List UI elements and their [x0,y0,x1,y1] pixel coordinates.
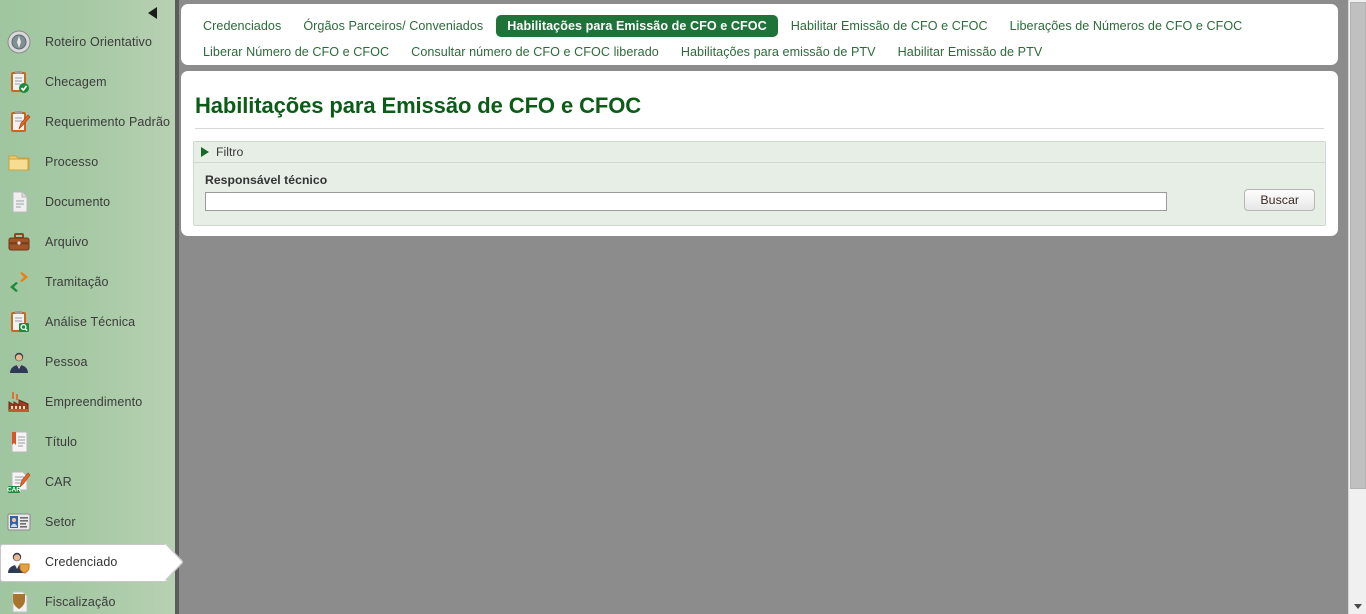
sidebar: Roteiro Orientativo Checagem Requerimento … [0,0,175,614]
sidebar-item-tramitacao[interactable]: Tramitação [0,262,175,302]
clipboard-search-icon [6,309,32,335]
scroll-down-triangle [1354,604,1362,609]
person-icon [6,349,32,375]
car-document-icon: CAR [6,469,32,495]
responsavel-tecnico-field-group: Responsável técnico [205,173,1233,211]
sidebar-item-processo[interactable]: Processo [0,142,175,182]
tab-liberacoes-de-numeros-de-cfo-e-cfoc[interactable]: Liberações de Números de CFO e CFOC [1001,15,1252,37]
tab-navigation-panel: Credenciados Órgãos Parceiros/ Conveniado… [181,4,1338,65]
sidebar-item-label: Roteiro Orientativo [45,35,153,49]
buscar-button[interactable]: Buscar [1244,189,1315,211]
page-title: Habilitações para Emissão de CFO e CFOC [195,93,642,118]
folder-icon [6,149,32,175]
sidebar-item-label: Processo [45,155,99,169]
clipboard-pencil-icon [6,109,32,135]
sidebar-item-roteiro-orientativo[interactable]: Roteiro Orientativo [0,22,175,62]
scroll-down-arrow-icon[interactable] [1349,597,1366,614]
scrollbar-thumb[interactable] [1350,2,1366,489]
sidebar-item-pessoa[interactable]: Pessoa [0,342,175,382]
sidebar-item-label: Tramitação [45,275,109,289]
sidebar-item-label: Fiscalização [45,595,116,609]
clipboard-check-icon [6,69,32,95]
collapse-left-arrow-icon[interactable] [145,4,163,20]
sidebar-item-analise-tecnica[interactable]: Análise Técnica [0,302,175,342]
sidebar-item-label: Análise Técnica [45,315,136,329]
sidebar-item-label: CAR [45,475,72,489]
filter-toggle-header[interactable]: Filtro [194,142,1325,163]
sidebar-item-setor[interactable]: Setor [0,502,175,542]
sidebar-item-credenciado[interactable]: Credenciado [0,542,175,582]
sidebar-item-label: Empreendimento [45,395,143,409]
person-shield-icon [6,549,32,575]
title-divider [195,128,1324,129]
arrows-loop-icon [6,269,32,295]
shield-icon [6,589,32,614]
filter-body: Responsável técnico Buscar [194,163,1325,225]
sidebar-item-label: Credenciado [45,555,118,569]
sidebar-item-documento[interactable]: Documento [0,182,175,222]
factory-icon [6,389,32,415]
tab-credenciados[interactable]: Credenciados [194,15,290,37]
main-content: Credenciados Órgãos Parceiros/ Conveniado… [179,0,1344,614]
sidebar-item-fiscalizacao[interactable]: Fiscalização [0,582,175,614]
sidebar-item-titulo[interactable]: Título [0,422,175,462]
briefcase-icon [6,229,32,255]
compass-icon [6,29,32,55]
sidebar-item-label: Requerimento Padrão [45,115,171,129]
tab-row-primary: Credenciados Órgãos Parceiros/ Conveniado… [194,13,1328,39]
sidebar-item-label: Arquivo [45,235,89,249]
sidebar-item-label: Setor [45,515,76,529]
tab-liberar-numero-de-cfo-e-cfoc[interactable]: Liberar Número de CFO e CFOC [194,41,398,63]
tab-consultar-numero-de-cfo-e-cfoc-liberado[interactable]: Consultar número de CFO e CFOC liberado [402,41,668,63]
caret-right-icon [201,147,209,157]
tab-habilitacoes-para-emissao-de-ptv[interactable]: Habilitações para emissão de PTV [672,41,885,63]
sidebar-item-label: Checagem [45,75,107,89]
responsavel-tecnico-label: Responsável técnico [205,173,328,187]
collapse-triangle [148,7,157,19]
sidebar-item-label: Documento [45,195,111,209]
content-panel: Habilitações para Emissão de CFO e CFOC … [181,71,1338,236]
sidebar-divider [175,0,179,614]
page-scrollbar[interactable] [1348,0,1366,614]
application-window: Roteiro Orientativo Checagem Requerimento … [0,0,1366,614]
responsavel-tecnico-input[interactable] [205,192,1167,211]
tab-orgaos-parceiros-conveniados[interactable]: Órgãos Parceiros/ Conveniados [294,15,492,37]
tab-habilitacoes-para-emissao-de-cfo-e-cfoc[interactable]: Habilitações para Emissão de CFO e CFOC [496,15,778,37]
sidebar-item-label: Título [45,435,78,449]
sidebar-item-requerimento-padrao[interactable]: Requerimento Padrão [0,102,175,142]
document-icon [6,189,32,215]
sidebar-item-car[interactable]: CAR CAR [0,462,175,502]
sidebar-item-label: Pessoa [45,355,88,369]
tab-habilitar-emissao-de-ptv[interactable]: Habilitar Emissão de PTV [889,41,1052,63]
sidebar-item-checagem[interactable]: Checagem [0,62,175,102]
filter-header-label: Filtro [216,145,244,159]
filter-section: Filtro Responsável técnico Buscar [193,141,1326,226]
certificate-icon [6,429,32,455]
tab-habilitar-emissao-de-cfo-e-cfoc[interactable]: Habilitar Emissão de CFO e CFOC [782,15,997,37]
sidebar-item-empreendimento[interactable]: Empreendimento [0,382,175,422]
tab-row-secondary: Liberar Número de CFO e CFOC Consultar nú… [194,39,1328,65]
sidebar-nav-list: Roteiro Orientativo Checagem Requerimento … [0,22,175,614]
svg-text:CAR: CAR [7,487,21,494]
sidebar-item-arquivo[interactable]: Arquivo [0,222,175,262]
id-card-icon [6,509,32,535]
